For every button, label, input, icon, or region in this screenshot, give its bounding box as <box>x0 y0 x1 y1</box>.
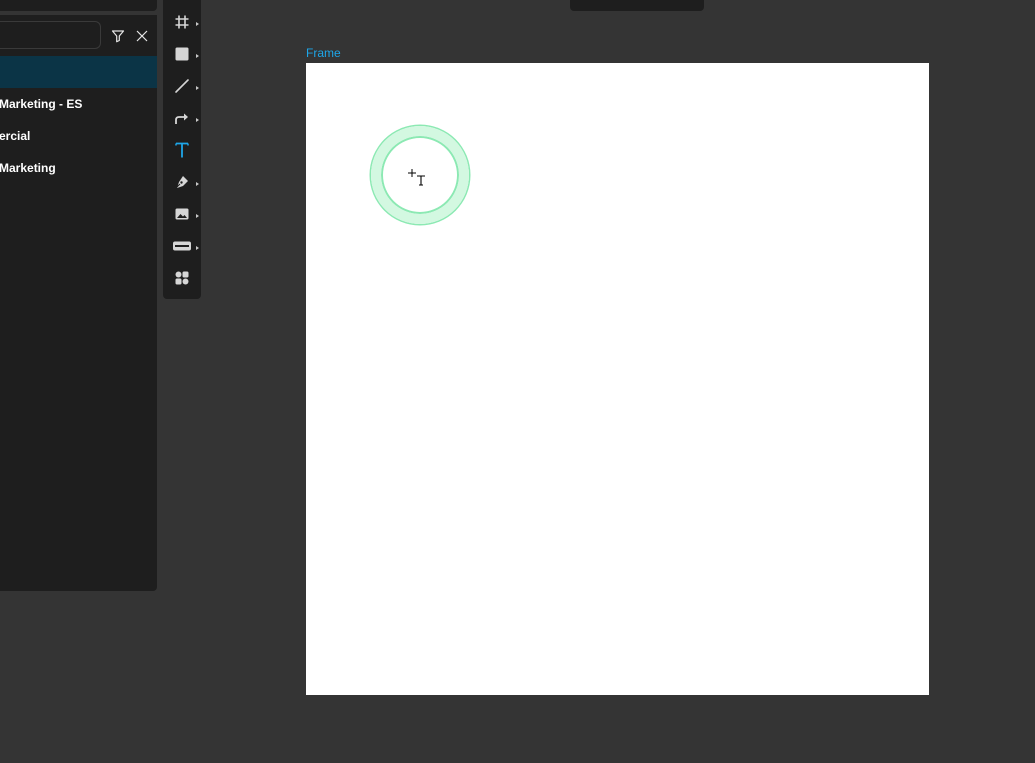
line-icon <box>174 78 190 99</box>
connector-icon <box>174 110 190 131</box>
components-tool[interactable] <box>163 264 201 296</box>
frame-tool[interactable] <box>163 8 201 40</box>
top-left-strip <box>0 0 157 11</box>
tool-bar <box>163 0 201 299</box>
connector-tool[interactable] <box>163 104 201 136</box>
text-cursor-icon <box>407 167 429 187</box>
top-center-bar <box>570 0 704 11</box>
text-tool[interactable] <box>163 136 201 168</box>
components-icon <box>174 270 190 291</box>
pen-icon <box>174 174 190 195</box>
layer-row-marketing[interactable]: Marketing <box>0 152 157 184</box>
layers-panel: Marketing - ES ercial Marketing <box>0 15 157 591</box>
layer-search-input[interactable] <box>0 21 101 49</box>
rectangle-icon <box>174 46 190 67</box>
widget-icon <box>172 239 192 257</box>
filter-icon[interactable] <box>110 28 126 44</box>
text-icon <box>174 141 190 164</box>
image-icon <box>174 206 190 227</box>
line-tool[interactable] <box>163 72 201 104</box>
layer-row-label: Marketing - ES <box>0 97 83 111</box>
layer-row-comercial[interactable]: ercial <box>0 120 157 152</box>
layer-row-marketing-es[interactable]: Marketing - ES <box>0 88 157 120</box>
rectangle-tool[interactable] <box>163 40 201 72</box>
pen-tool[interactable] <box>163 168 201 200</box>
layer-row-label: Marketing <box>0 161 56 175</box>
frame-label[interactable]: Frame <box>306 46 341 60</box>
frame-icon <box>174 14 190 35</box>
image-tool[interactable] <box>163 200 201 232</box>
widget-tool[interactable] <box>163 232 201 264</box>
layer-row-label: ercial <box>0 129 31 143</box>
layer-row-selected[interactable] <box>0 56 157 88</box>
collapse-icon[interactable] <box>134 28 150 44</box>
